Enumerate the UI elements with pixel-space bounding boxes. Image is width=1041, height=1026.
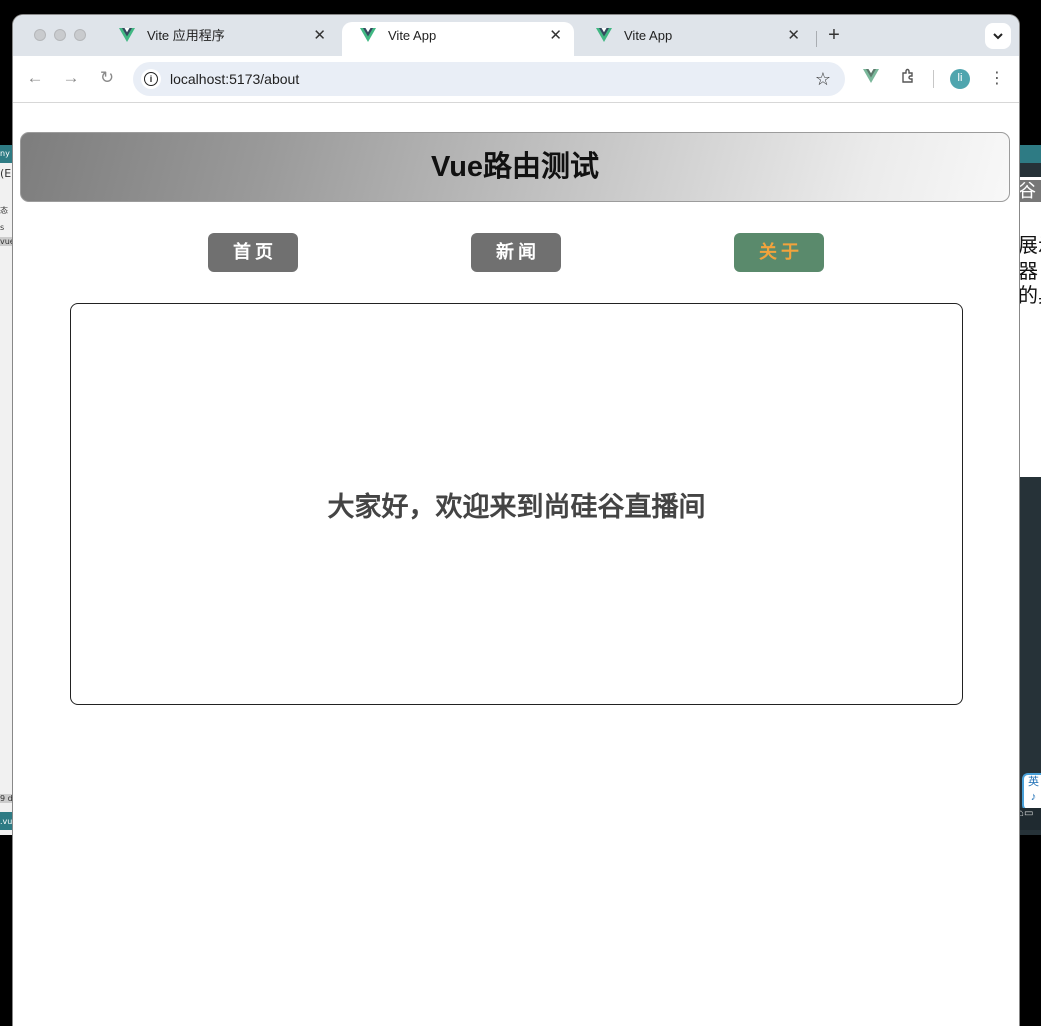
vue-logo-icon [360, 28, 376, 42]
page-title: Vue路由测试 [20, 132, 1010, 202]
tab-separator [816, 31, 817, 47]
minimize-window-button[interactable] [54, 29, 66, 41]
reload-icon: ↻ [99, 68, 115, 87]
zoom-window-button[interactable] [74, 29, 86, 41]
nav-home-link[interactable]: 首页 [208, 233, 298, 272]
tab-title: Vite App [624, 28, 673, 43]
browser-tab[interactable]: Vite 应用程序 ✕ [101, 22, 338, 56]
about-message: 大家好，欢迎来到尚硅谷直播间 [327, 491, 706, 523]
router-view-content: 大家好，欢迎来到尚硅谷直播间 [70, 303, 963, 705]
chevron-down-icon [993, 33, 1003, 40]
vue-devtools-extension-icon[interactable] [860, 68, 882, 90]
browser-toolbar: ← → ↻ i localhost:5173/about ☆ li ⋮ [13, 56, 1019, 103]
nav-about-link[interactable]: 关于 [734, 233, 824, 272]
close-window-button[interactable] [34, 29, 46, 41]
url-text[interactable]: localhost:5173/about [170, 62, 299, 96]
reload-button[interactable]: ↻ [95, 66, 119, 90]
site-info-icon[interactable]: i [141, 69, 161, 89]
forward-button[interactable]: → [59, 66, 83, 90]
page-viewport: Vue路由测试 首页 新闻 关于 大家好，欢迎来到尚硅谷直播间 [13, 103, 1019, 1026]
vue-logo-icon [596, 28, 612, 42]
tab-title: Vite App [388, 28, 437, 43]
arrow-left-icon: ← [26, 68, 44, 87]
bookmark-star-icon[interactable]: ☆ [815, 62, 831, 96]
more-menu-icon[interactable]: ⋮ [989, 68, 1005, 90]
back-button[interactable]: ← [23, 66, 47, 90]
address-bar[interactable]: i localhost:5173/about ☆ [133, 62, 845, 96]
vue-logo-icon [119, 28, 135, 42]
close-tab-icon[interactable]: ✕ [787, 22, 800, 50]
browser-window: Vite 应用程序 ✕ Vite App ✕ Vite App ✕ + ← → … [13, 15, 1019, 1026]
browser-tab[interactable]: Vite App ✕ [578, 22, 812, 56]
profile-avatar[interactable]: li [950, 69, 970, 89]
background-app-left: ny (E 态 s vue 9 d .vu [0, 145, 14, 835]
arrow-right-icon: → [62, 68, 80, 87]
tab-title: Vite 应用程序 [147, 28, 225, 43]
background-app-right: 谷 展示 器 的具 英♪ ⌂▭ [1018, 145, 1041, 835]
nav-news-link[interactable]: 新闻 [471, 233, 561, 272]
new-tab-button[interactable]: + [823, 24, 845, 46]
toolbar-separator [933, 70, 934, 88]
close-tab-icon[interactable]: ✕ [313, 22, 326, 50]
tab-search-button[interactable] [985, 23, 1011, 49]
tab-strip: Vite 应用程序 ✕ Vite App ✕ Vite App ✕ + [13, 15, 1019, 56]
browser-tab-active[interactable]: Vite App ✕ [342, 22, 574, 56]
close-tab-icon[interactable]: ✕ [549, 22, 562, 50]
extensions-puzzle-icon[interactable] [897, 68, 919, 90]
